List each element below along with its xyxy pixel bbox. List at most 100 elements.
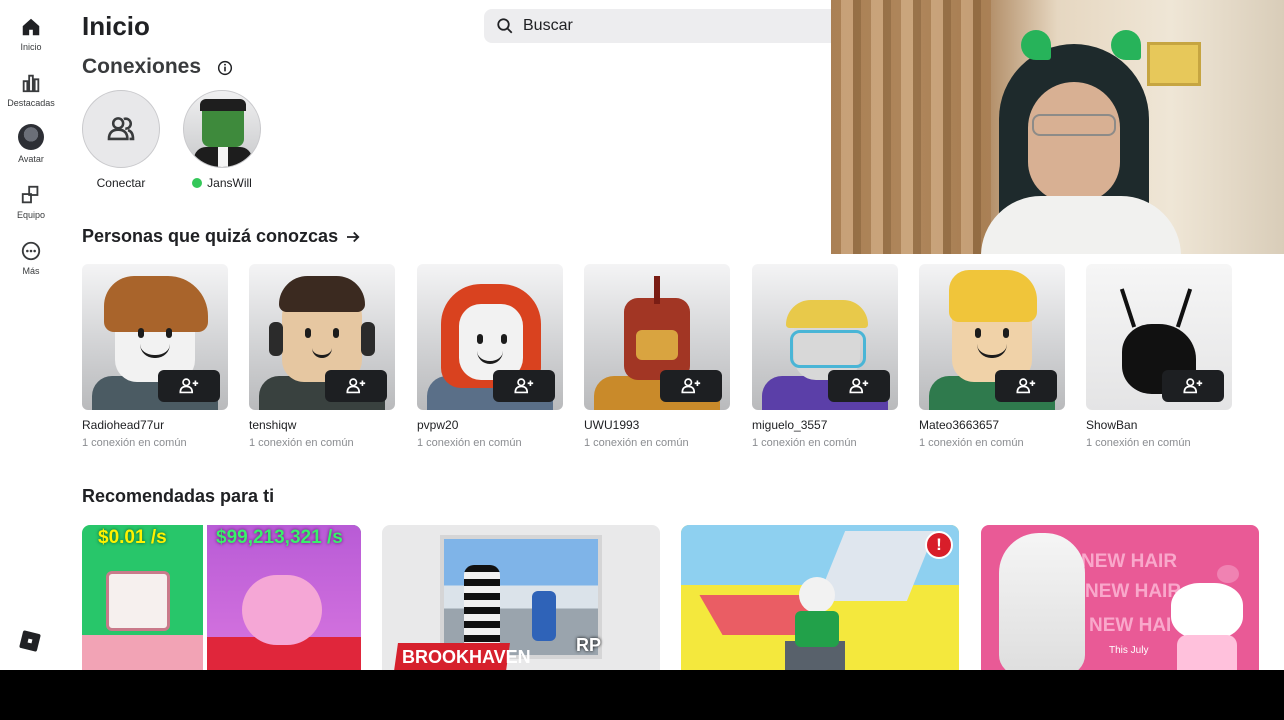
nav-label-mas: Más	[22, 266, 40, 276]
add-connection-button[interactable]	[325, 370, 387, 402]
avatar-eye	[166, 328, 172, 338]
connect-circle	[82, 90, 160, 168]
avatar-hair	[104, 276, 208, 332]
connect-label: Conectar	[96, 176, 146, 190]
person-name[interactable]: UWU1993	[584, 418, 730, 432]
tile-character	[464, 565, 500, 651]
nav-item-destacadas[interactable]: Destacadas	[0, 72, 62, 122]
nav-label-inicio: Inicio	[20, 42, 42, 52]
nav-label-destacadas: Destacadas	[7, 98, 55, 108]
nav-item-equipo[interactable]: Equipo	[0, 184, 62, 234]
mutual-connections: 1 conexión en común	[82, 437, 187, 449]
webcam-person-shirt	[981, 196, 1181, 254]
person-card[interactable]: ShowBan 1 conexión en común	[1086, 264, 1232, 449]
person-avatar	[584, 264, 730, 410]
tile-kitty-bow	[1217, 565, 1239, 583]
game-tile[interactable]: $0.01 /s $99,213,321 /s	[82, 525, 361, 670]
avatar-eye	[501, 334, 507, 344]
person-card[interactable]: Radiohead77ur 1 conexión en común	[82, 264, 228, 449]
person-avatar	[417, 264, 563, 410]
tile-character	[106, 571, 170, 631]
game-tile[interactable]: NEW HAIR NEW HAIR NEW HAI This July	[981, 525, 1259, 670]
avatar-hair	[949, 270, 1037, 322]
nav-item-inicio[interactable]: Inicio	[0, 16, 62, 66]
recommended-title: Recomendadas para ti	[82, 486, 275, 506]
webcam-glasses	[1032, 114, 1116, 136]
avatar-eye	[1003, 328, 1009, 338]
add-friend-icon	[1183, 378, 1203, 394]
add-connection-button[interactable]	[493, 370, 555, 402]
chart-icon	[22, 74, 40, 93]
mutual-connections: 1 conexión en común	[1086, 437, 1191, 449]
avatar-antenna	[654, 276, 660, 304]
nav-item-mas[interactable]: Más	[0, 240, 62, 290]
game-tile[interactable]: !	[681, 525, 959, 670]
connection-avatar	[183, 90, 261, 168]
more-icon	[21, 241, 41, 261]
mutual-connections: 1 conexión en común	[919, 437, 1024, 449]
webcam-wall-frame	[1147, 42, 1201, 86]
connect-button[interactable]: Conectar	[82, 90, 160, 190]
person-card[interactable]: miguelo_3557 1 conexión en común	[752, 264, 898, 449]
person-name[interactable]: miguelo_3557	[752, 418, 898, 432]
app-window: Inicio Destacadas Avatar Equipo Más Inic…	[0, 0, 1284, 670]
game-tile[interactable]: BROOKHAVEN RP	[382, 525, 660, 670]
letterbox-bar	[0, 670, 1284, 720]
avatar-cap	[786, 300, 868, 328]
connection-janswill[interactable]: JansWill	[183, 90, 261, 190]
avatar-shirt	[218, 147, 228, 167]
connection-name-row: JansWill	[192, 176, 252, 190]
tile-hair	[999, 533, 1085, 670]
home-icon	[22, 18, 40, 36]
search-bar[interactable]	[484, 9, 844, 43]
person-avatar	[1086, 264, 1232, 410]
tile-text: This July	[1109, 645, 1149, 656]
avatar-eye	[305, 328, 311, 338]
nav-label-equipo: Equipo	[16, 210, 46, 220]
add-friend-icon	[346, 378, 366, 394]
webcam-overlay	[831, 0, 1284, 254]
person-avatar	[82, 264, 228, 410]
tile-character	[795, 611, 839, 647]
add-connection-button[interactable]	[1162, 370, 1224, 402]
tile-text: $99,213,321 /s	[216, 527, 343, 548]
person-avatar	[249, 264, 395, 410]
roblox-logo-icon[interactable]	[19, 630, 41, 652]
tile-character	[242, 575, 322, 645]
tile-kitty	[1171, 583, 1243, 639]
online-status-dot	[192, 178, 203, 188]
person-name[interactable]: pvpw20	[417, 418, 563, 432]
add-connection-button[interactable]	[158, 370, 220, 402]
search-input[interactable]	[523, 17, 823, 35]
people-section-link[interactable]: Personas que quizá conozcas	[82, 226, 362, 247]
info-icon[interactable]	[217, 60, 233, 76]
tile-text: BROOKHAVEN	[402, 647, 531, 667]
person-name[interactable]: Mateo3663657	[919, 418, 1065, 432]
avatar-eye	[138, 328, 144, 338]
person-card[interactable]: pvpw20 1 conexión en común	[417, 264, 563, 449]
person-name[interactable]: Radiohead77ur	[82, 418, 228, 432]
person-card[interactable]: Mateo3663657 1 conexión en común	[919, 264, 1065, 449]
avatar-visor	[636, 330, 678, 360]
avatar-eye	[477, 334, 483, 344]
nav-item-avatar[interactable]: Avatar	[0, 124, 62, 174]
avatar-antler	[1119, 288, 1137, 328]
add-friend-icon	[179, 378, 199, 394]
mutual-connections: 1 conexión en común	[249, 437, 354, 449]
tile-character	[532, 591, 556, 641]
add-connection-button[interactable]	[828, 370, 890, 402]
tile-kitty-dress	[1177, 635, 1237, 670]
person-card[interactable]: UWU1993 1 conexión en común	[584, 264, 730, 449]
person-card[interactable]: tenshiqw 1 conexión en común	[249, 264, 395, 449]
friends-icon	[107, 117, 135, 141]
tile-text: NEW HAI	[1089, 615, 1172, 636]
add-friend-icon	[849, 378, 869, 394]
search-icon	[497, 18, 513, 34]
add-connection-button[interactable]	[995, 370, 1057, 402]
person-name[interactable]: tenshiqw	[249, 418, 395, 432]
person-name[interactable]: ShowBan	[1086, 418, 1232, 432]
tile-character	[799, 577, 835, 613]
add-connection-button[interactable]	[660, 370, 722, 402]
tile-text: NEW HAIR	[1081, 551, 1178, 572]
avatar-hair	[200, 99, 246, 111]
